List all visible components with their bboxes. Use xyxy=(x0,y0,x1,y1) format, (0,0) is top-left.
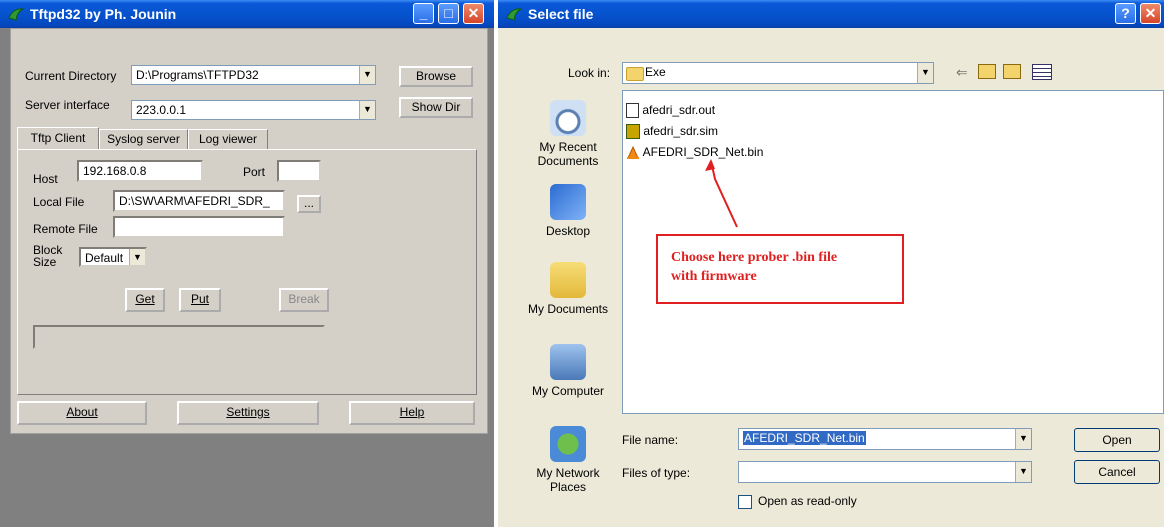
local-file-field[interactable]: D:\SW\ARM\AFEDRI_SDR_ xyxy=(113,190,285,212)
remote-file-label: Remote File xyxy=(33,222,98,236)
annotation-arrow xyxy=(705,159,738,228)
list-item[interactable]: afedri_sdr.sim xyxy=(626,124,718,140)
break-button[interactable]: Break xyxy=(279,288,329,312)
my-documents-icon xyxy=(550,262,586,298)
document-icon xyxy=(626,103,639,119)
my-computer-icon xyxy=(550,344,586,380)
tftpd-title: Tftpd32 by Ph. Jounin xyxy=(30,6,177,22)
dialog-title-bar[interactable]: Select file ? ✕ xyxy=(498,0,1164,28)
select-file-dialog: Select file ? ✕ Look in: Exe ▼ ⇐ My Rece… xyxy=(498,0,1164,527)
back-arrow-icon[interactable]: ⇐ xyxy=(956,64,968,81)
new-folder-icon[interactable] xyxy=(1003,64,1021,79)
settings-button[interactable]: Settings xyxy=(177,401,319,425)
recent-documents-icon xyxy=(550,100,586,136)
remote-file-field[interactable] xyxy=(113,216,285,238)
chevron-down-icon[interactable]: ▼ xyxy=(129,249,145,265)
place-my-computer[interactable]: My Computer xyxy=(518,344,618,398)
port-label: Port xyxy=(243,165,266,179)
read-only-checkbox[interactable] xyxy=(738,495,752,509)
close-button[interactable]: ✕ xyxy=(463,3,484,24)
up-folder-icon[interactable] xyxy=(978,64,996,79)
place-desktop[interactable]: Desktop xyxy=(518,184,618,238)
maximize-button[interactable]: □ xyxy=(438,3,459,24)
dialog-close-button[interactable]: ✕ xyxy=(1140,3,1161,24)
place-my-documents[interactable]: My Documents xyxy=(518,262,618,316)
network-places-icon xyxy=(550,426,586,462)
annotation-box: Choose here prober .bin file with firmwar… xyxy=(656,234,904,304)
current-directory-value: D:\Programs\TFTPD32 xyxy=(136,68,259,82)
read-only-label: Open as read-only xyxy=(758,494,857,508)
tftpd-app-icon xyxy=(8,8,25,21)
cancel-button[interactable]: Cancel xyxy=(1074,460,1160,484)
dialog-title: Select file xyxy=(528,6,594,22)
tftpd-title-bar[interactable]: Tftpd32 by Ph. Jounin _ □ ✕ xyxy=(0,0,494,28)
files-of-type-select[interactable]: ▼ xyxy=(738,461,1032,483)
server-interface-value: 223.0.0.1 xyxy=(136,103,187,117)
block-size-label: Block Size xyxy=(33,243,63,269)
put-button[interactable]: Put xyxy=(179,288,221,312)
host-field[interactable]: 192.168.0.8 xyxy=(77,160,203,182)
file-list[interactable]: afedri_sdr.out afedri_sdr.sim AFEDRI_SDR… xyxy=(622,90,1164,414)
port-field[interactable] xyxy=(277,160,321,182)
help-button[interactable]: Help xyxy=(349,401,475,425)
block-size-select[interactable]: Default ▼ xyxy=(79,247,147,267)
chevron-down-icon[interactable]: ▼ xyxy=(1015,462,1031,482)
host-label: Host xyxy=(33,172,58,186)
folder-icon xyxy=(626,67,644,81)
application-icon xyxy=(626,124,640,140)
current-directory-label: Current Directory xyxy=(25,69,117,83)
tab-tftp-client[interactable]: Tftp Client xyxy=(17,127,99,150)
show-dir-button[interactable]: Show Dir xyxy=(399,97,473,118)
file-name-value: AFEDRI_SDR_Net.bin xyxy=(743,431,866,445)
look-in-select[interactable]: Exe ▼ xyxy=(622,62,934,84)
places-bar: My Recent Documents Desktop My Documents … xyxy=(518,92,618,512)
chevron-down-icon[interactable]: ▼ xyxy=(359,101,375,119)
chevron-down-icon[interactable]: ▼ xyxy=(359,66,375,84)
files-of-type-label: Files of type: xyxy=(622,466,691,480)
minimize-button[interactable]: _ xyxy=(413,3,434,24)
local-file-label: Local File xyxy=(33,195,85,209)
dialog-app-icon xyxy=(506,8,523,21)
transfer-progress-bar xyxy=(33,325,325,349)
file-name-field[interactable]: AFEDRI_SDR_Net.bin ▼ xyxy=(738,428,1032,450)
tab-syslog-server[interactable]: Syslog server xyxy=(99,129,188,150)
tab-log-viewer[interactable]: Log viewer xyxy=(188,129,268,150)
current-directory-field[interactable]: D:\Programs\TFTPD32 ▼ xyxy=(131,65,376,85)
list-item[interactable]: afedri_sdr.out xyxy=(626,103,715,119)
desktop-icon xyxy=(550,184,586,220)
place-my-network-places[interactable]: My Network Places xyxy=(518,426,618,494)
get-button[interactable]: Get xyxy=(125,288,165,312)
chevron-down-icon[interactable]: ▼ xyxy=(917,63,933,83)
file-name-label: File name: xyxy=(622,433,679,447)
tab-panel xyxy=(17,149,477,395)
help-question-button[interactable]: ? xyxy=(1115,3,1136,24)
server-interface-field[interactable]: 223.0.0.1 ▼ xyxy=(131,100,376,120)
tftpd-body: Current Directory D:\Programs\TFTPD32 ▼ … xyxy=(10,28,488,434)
vlc-cone-icon xyxy=(627,145,639,159)
browse-button[interactable]: Browse xyxy=(399,66,473,87)
browse-local-file-button[interactable]: ... xyxy=(297,195,321,213)
about-button[interactable]: About xyxy=(17,401,147,425)
view-menu-icon[interactable] xyxy=(1032,64,1052,80)
chevron-down-icon[interactable]: ▼ xyxy=(1015,429,1031,449)
open-button[interactable]: Open xyxy=(1074,428,1160,452)
place-my-recent-documents[interactable]: My Recent Documents xyxy=(518,100,618,168)
server-interface-label: Server interface xyxy=(25,98,110,112)
tftpd-window: Tftpd32 by Ph. Jounin _ □ ✕ Current Dire… xyxy=(0,0,494,527)
look-in-label: Look in: xyxy=(568,66,611,80)
